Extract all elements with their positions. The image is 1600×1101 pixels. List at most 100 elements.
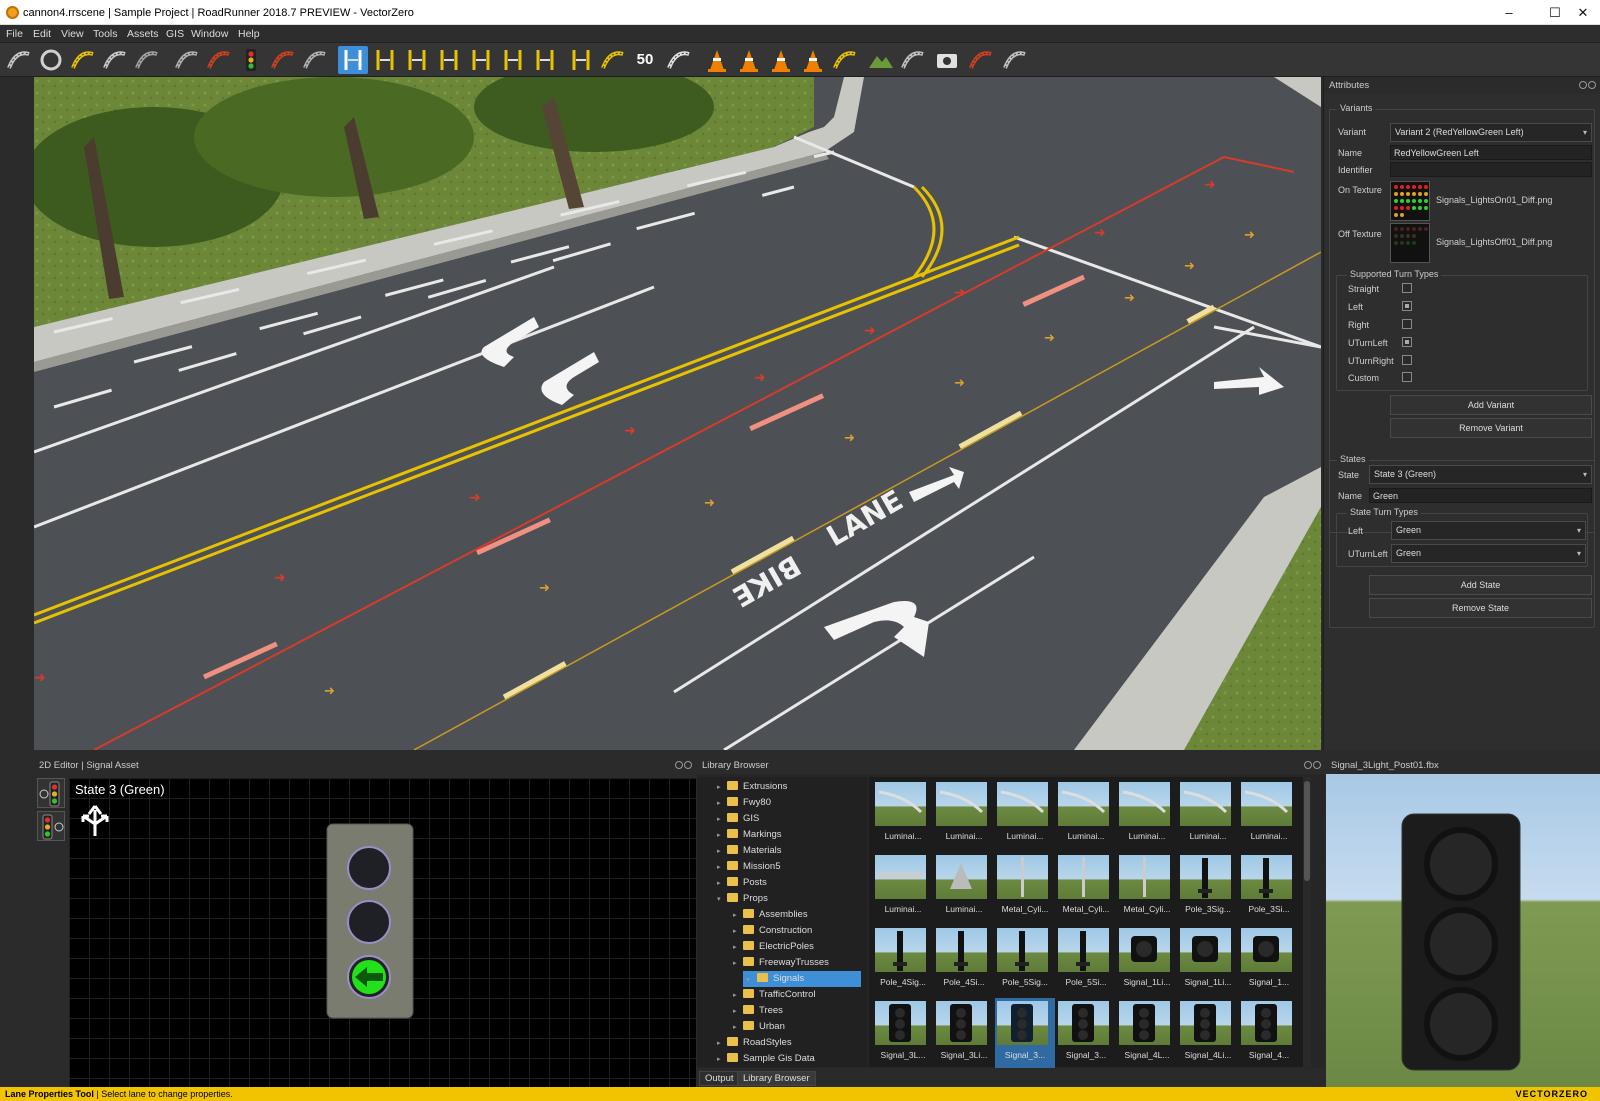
tree-item[interactable]: ▾ Props (697, 891, 862, 907)
state-name-field[interactable]: Green (1369, 488, 1592, 503)
expand-right-icon[interactable]: ▸ (733, 956, 743, 972)
remove-state-button[interactable]: Remove State (1369, 598, 1592, 618)
asset-thumbnail[interactable]: Metal_Cyli... (1117, 852, 1177, 927)
bridge-icon[interactable] (132, 46, 162, 74)
expand-right-icon[interactable]: ▸ (733, 940, 743, 956)
speed-limit-icon[interactable]: 50 (630, 46, 660, 74)
turn-type-checkbox[interactable] (1402, 283, 1412, 293)
menu-edit[interactable]: Edit (33, 28, 51, 40)
circle-road-icon[interactable] (36, 46, 66, 74)
on-texture-thumbnail[interactable] (1390, 181, 1430, 221)
measure-icon[interactable] (898, 46, 928, 74)
scenario-icon[interactable] (966, 46, 996, 74)
close-panel-icon[interactable] (1313, 761, 1321, 769)
menu-file[interactable]: File (6, 28, 23, 40)
lane-center-icon[interactable] (566, 46, 596, 74)
turn-type-checkbox[interactable] (1402, 355, 1412, 365)
asset-thumbnail[interactable]: Luminai... (995, 779, 1055, 854)
close-panel-icon[interactable] (684, 761, 692, 769)
signal-canvas[interactable]: State 3 (Green) (69, 778, 696, 1087)
add-variant-button[interactable]: Add Variant (1390, 395, 1592, 415)
asset-thumbnail[interactable]: Signal_4... (1239, 998, 1299, 1073)
crosswalk-icon[interactable] (664, 46, 694, 74)
elevation-icon[interactable] (100, 46, 130, 74)
asset-thumbnail[interactable]: Metal_Cyli... (1056, 852, 1116, 927)
tree-item[interactable]: ▸ RoadStyles (697, 1035, 862, 1051)
expand-right-icon[interactable]: ▸ (717, 876, 727, 892)
preview-viewport[interactable] (1326, 774, 1600, 1087)
menu-help[interactable]: Help (238, 28, 260, 40)
state-uturn-select[interactable]: Green ▾ (1391, 544, 1586, 563)
tree-item[interactable]: ▸ ElectricPoles (697, 939, 862, 955)
menu-tools[interactable]: Tools (93, 28, 118, 40)
turn-type-checkbox[interactable] (1402, 337, 1412, 347)
asset-thumbnail[interactable]: Signal_3Li... (934, 998, 994, 1073)
tree-item[interactable]: ▸ Construction (697, 923, 862, 939)
tree-item[interactable]: ▸ Signals (743, 971, 861, 987)
asset-thumbnail[interactable]: Signal_3L... (873, 998, 933, 1073)
expand-right-icon[interactable]: ▸ (717, 812, 727, 828)
float-icon[interactable] (675, 761, 683, 769)
asset-thumbnail[interactable]: Signal_1... (1239, 925, 1299, 1000)
float-icon[interactable] (1304, 761, 1312, 769)
cone-spline-icon[interactable] (766, 46, 796, 74)
lane-properties-icon[interactable] (338, 46, 368, 74)
close-panel-icon[interactable] (1588, 81, 1596, 89)
menu-assets[interactable]: Assets (127, 28, 159, 40)
road-construction-icon[interactable] (68, 46, 98, 74)
close-icon[interactable]: ✕ (1560, 0, 1600, 25)
off-texture-thumbnail[interactable] (1390, 223, 1430, 263)
lane-width-icon[interactable] (370, 46, 400, 74)
expand-right-icon[interactable]: ▸ (733, 908, 743, 924)
tree-item[interactable]: ▸ Assemblies (697, 907, 862, 923)
asset-thumbnail[interactable]: Signal_4Li... (1178, 998, 1238, 1073)
asset-thumbnail[interactable]: Pole_5Sig... (995, 925, 1055, 1000)
curve-icon[interactable] (598, 46, 628, 74)
asset-thumbnail[interactable]: Luminai... (1178, 779, 1238, 854)
asset-thumbnail[interactable]: Signal_1Li... (1178, 925, 1238, 1000)
tree-item[interactable]: ▸ Sample Gis Data (697, 1051, 862, 1067)
minimize-icon[interactable]: – (1486, 0, 1532, 25)
asset-thumbnail[interactable]: Signal_3... (1056, 998, 1116, 1073)
signal-icon[interactable] (236, 46, 266, 74)
lane-form-icon[interactable] (434, 46, 464, 74)
variant-name-field[interactable]: RedYellowGreen Left (1390, 145, 1592, 160)
cone-icon[interactable] (702, 46, 732, 74)
expand-right-icon[interactable]: ▸ (733, 988, 743, 1004)
expand-right-icon[interactable]: ▸ (717, 860, 727, 876)
asset-thumbnail[interactable]: Luminai... (1239, 779, 1299, 854)
expand-right-icon[interactable]: ▸ (717, 796, 727, 812)
menu-gis[interactable]: GIS (166, 28, 184, 40)
tree-item[interactable]: ▸ Fwy80 (697, 795, 862, 811)
float-icon[interactable] (1579, 81, 1587, 89)
variant-select[interactable]: Variant 2 (RedYellowGreen Left) ▾ (1390, 123, 1592, 142)
turn-type-checkbox[interactable] (1402, 372, 1412, 382)
asset-thumbnail[interactable]: Metal_Cyli... (995, 852, 1055, 927)
asset-thumbnail[interactable]: Luminai... (873, 779, 933, 854)
tab-output[interactable]: Output (699, 1071, 740, 1086)
cone-line-icon[interactable] (798, 46, 828, 74)
tree-item[interactable]: ▸ Materials (697, 843, 862, 859)
asset-thumbnail[interactable]: Luminai... (934, 852, 994, 927)
expand-right-icon[interactable]: ▸ (733, 924, 743, 940)
menu-view[interactable]: View (61, 28, 84, 40)
add-state-button[interactable]: Add State (1369, 575, 1592, 595)
expand-down-icon[interactable]: ▾ (717, 892, 727, 908)
sign-icon[interactable] (830, 46, 860, 74)
lane-marking-icon[interactable] (498, 46, 528, 74)
signal-state-tool[interactable] (37, 778, 65, 808)
tree-item[interactable]: ▸ GIS (697, 811, 862, 827)
tree-item[interactable]: ▸ FreewayTrusses (697, 955, 862, 971)
lane-add-icon[interactable] (402, 46, 432, 74)
tree-item[interactable]: ▸ Posts (697, 875, 862, 891)
road-plan-icon[interactable] (4, 46, 34, 74)
expand-right-icon[interactable]: ▸ (747, 972, 757, 988)
asset-thumbnail[interactable]: Pole_3Si... (1239, 852, 1299, 927)
state-select[interactable]: State 3 (Green) ▾ (1369, 465, 1592, 484)
turn-type-checkbox[interactable] (1402, 319, 1412, 329)
menu-window[interactable]: Window (191, 28, 228, 40)
visibility-icon[interactable] (1000, 46, 1030, 74)
maneuver-icon[interactable] (268, 46, 298, 74)
tab-library-browser[interactable]: Library Browser (737, 1071, 816, 1086)
asset-thumbnail[interactable]: Pole_3Sig... (1178, 852, 1238, 927)
